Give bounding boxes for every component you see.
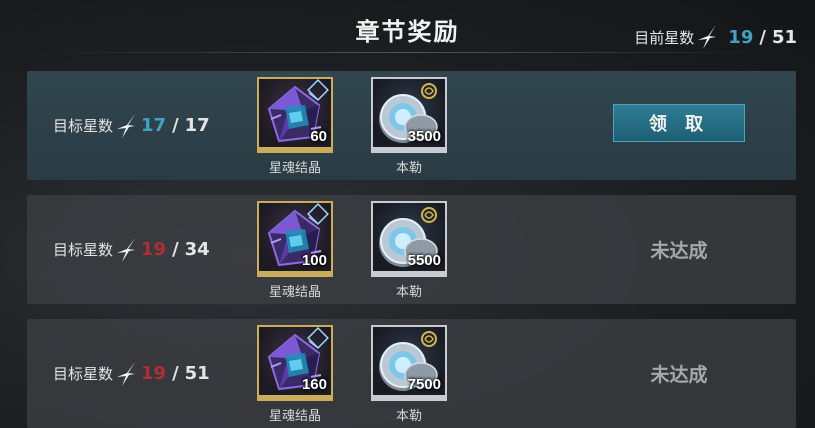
current-stars-separator: / <box>759 26 766 48</box>
reward-item-frame[interactable]: 60 <box>257 77 333 153</box>
star-icon <box>115 113 137 139</box>
reward-row-1: 目标星数 17 / 17 60 星魂结晶 3500 本勒 领 取 <box>27 71 796 180</box>
reward-item-frame[interactable]: 100 <box>257 201 333 277</box>
reward-name: 本勒 <box>395 409 422 424</box>
reward-row-3: 目标星数 19 / 51 160 星魂结晶 7500 本勒 未达成 <box>27 319 796 428</box>
current-stars-value: 19 <box>728 26 754 48</box>
reward-item-crystal[interactable]: 160 星魂结晶 <box>256 325 334 424</box>
title-divider <box>40 52 775 53</box>
reward-item-coin[interactable]: 3500 本勒 <box>370 77 448 176</box>
target-stars-label: 目标星数 <box>53 117 114 135</box>
reward-item-frame[interactable]: 5500 <box>371 201 447 277</box>
status-not-achieved: 未达成 <box>650 240 708 262</box>
status-not-achieved: 未达成 <box>650 364 708 386</box>
target-stars-label: 目标星数 <box>53 241 114 259</box>
reward-item-crystal[interactable]: 100 星魂结晶 <box>256 201 334 300</box>
target-stars-label: 目标星数 <box>53 365 114 383</box>
target-stars-separator: / <box>172 363 179 384</box>
target-stars-current: 19 <box>141 239 167 260</box>
reward-item-coin[interactable]: 7500 本勒 <box>370 325 448 424</box>
reward-quantity: 100 <box>301 252 327 269</box>
reward-item-frame[interactable]: 3500 <box>371 77 447 153</box>
target-stars-max: 17 <box>184 115 210 136</box>
reward-row-2: 目标星数 19 / 34 100 星魂结晶 5500 本勒 未达成 <box>27 195 796 304</box>
target-stars-current: 19 <box>141 363 167 384</box>
reward-item-frame[interactable]: 160 <box>257 325 333 401</box>
claim-button[interactable]: 领 取 <box>613 104 745 142</box>
target-stars: 目标星数 19 / 51 <box>53 319 210 428</box>
reward-quantity: 160 <box>301 376 327 393</box>
target-stars-current: 17 <box>141 115 167 136</box>
reward-quantity: 60 <box>310 128 327 145</box>
reward-item-coin[interactable]: 5500 本勒 <box>370 201 448 300</box>
reward-quantity: 3500 <box>407 128 441 145</box>
target-stars-max: 51 <box>184 363 210 384</box>
reward-name: 星魂结晶 <box>268 409 321 424</box>
target-stars: 目标星数 19 / 34 <box>53 195 210 304</box>
reward-name: 本勒 <box>395 161 422 176</box>
star-icon <box>115 237 137 263</box>
current-stars-summary: 目前星数 19 / 51 <box>634 24 797 50</box>
target-stars: 目标星数 17 / 17 <box>53 71 210 180</box>
reward-quantity: 7500 <box>407 376 441 393</box>
target-stars-max: 34 <box>184 239 210 260</box>
current-stars-label: 目前星数 <box>634 28 695 47</box>
reward-item-crystal[interactable]: 60 星魂结晶 <box>256 77 334 176</box>
star-icon <box>696 24 718 50</box>
reward-item-frame[interactable]: 7500 <box>371 325 447 401</box>
current-stars-max: 51 <box>771 26 797 48</box>
reward-name: 星魂结晶 <box>268 285 321 300</box>
reward-quantity: 5500 <box>407 252 441 269</box>
star-icon <box>115 361 137 387</box>
target-stars-separator: / <box>172 239 179 260</box>
reward-name: 星魂结晶 <box>268 161 321 176</box>
target-stars-separator: / <box>172 115 179 136</box>
reward-name: 本勒 <box>395 285 422 300</box>
